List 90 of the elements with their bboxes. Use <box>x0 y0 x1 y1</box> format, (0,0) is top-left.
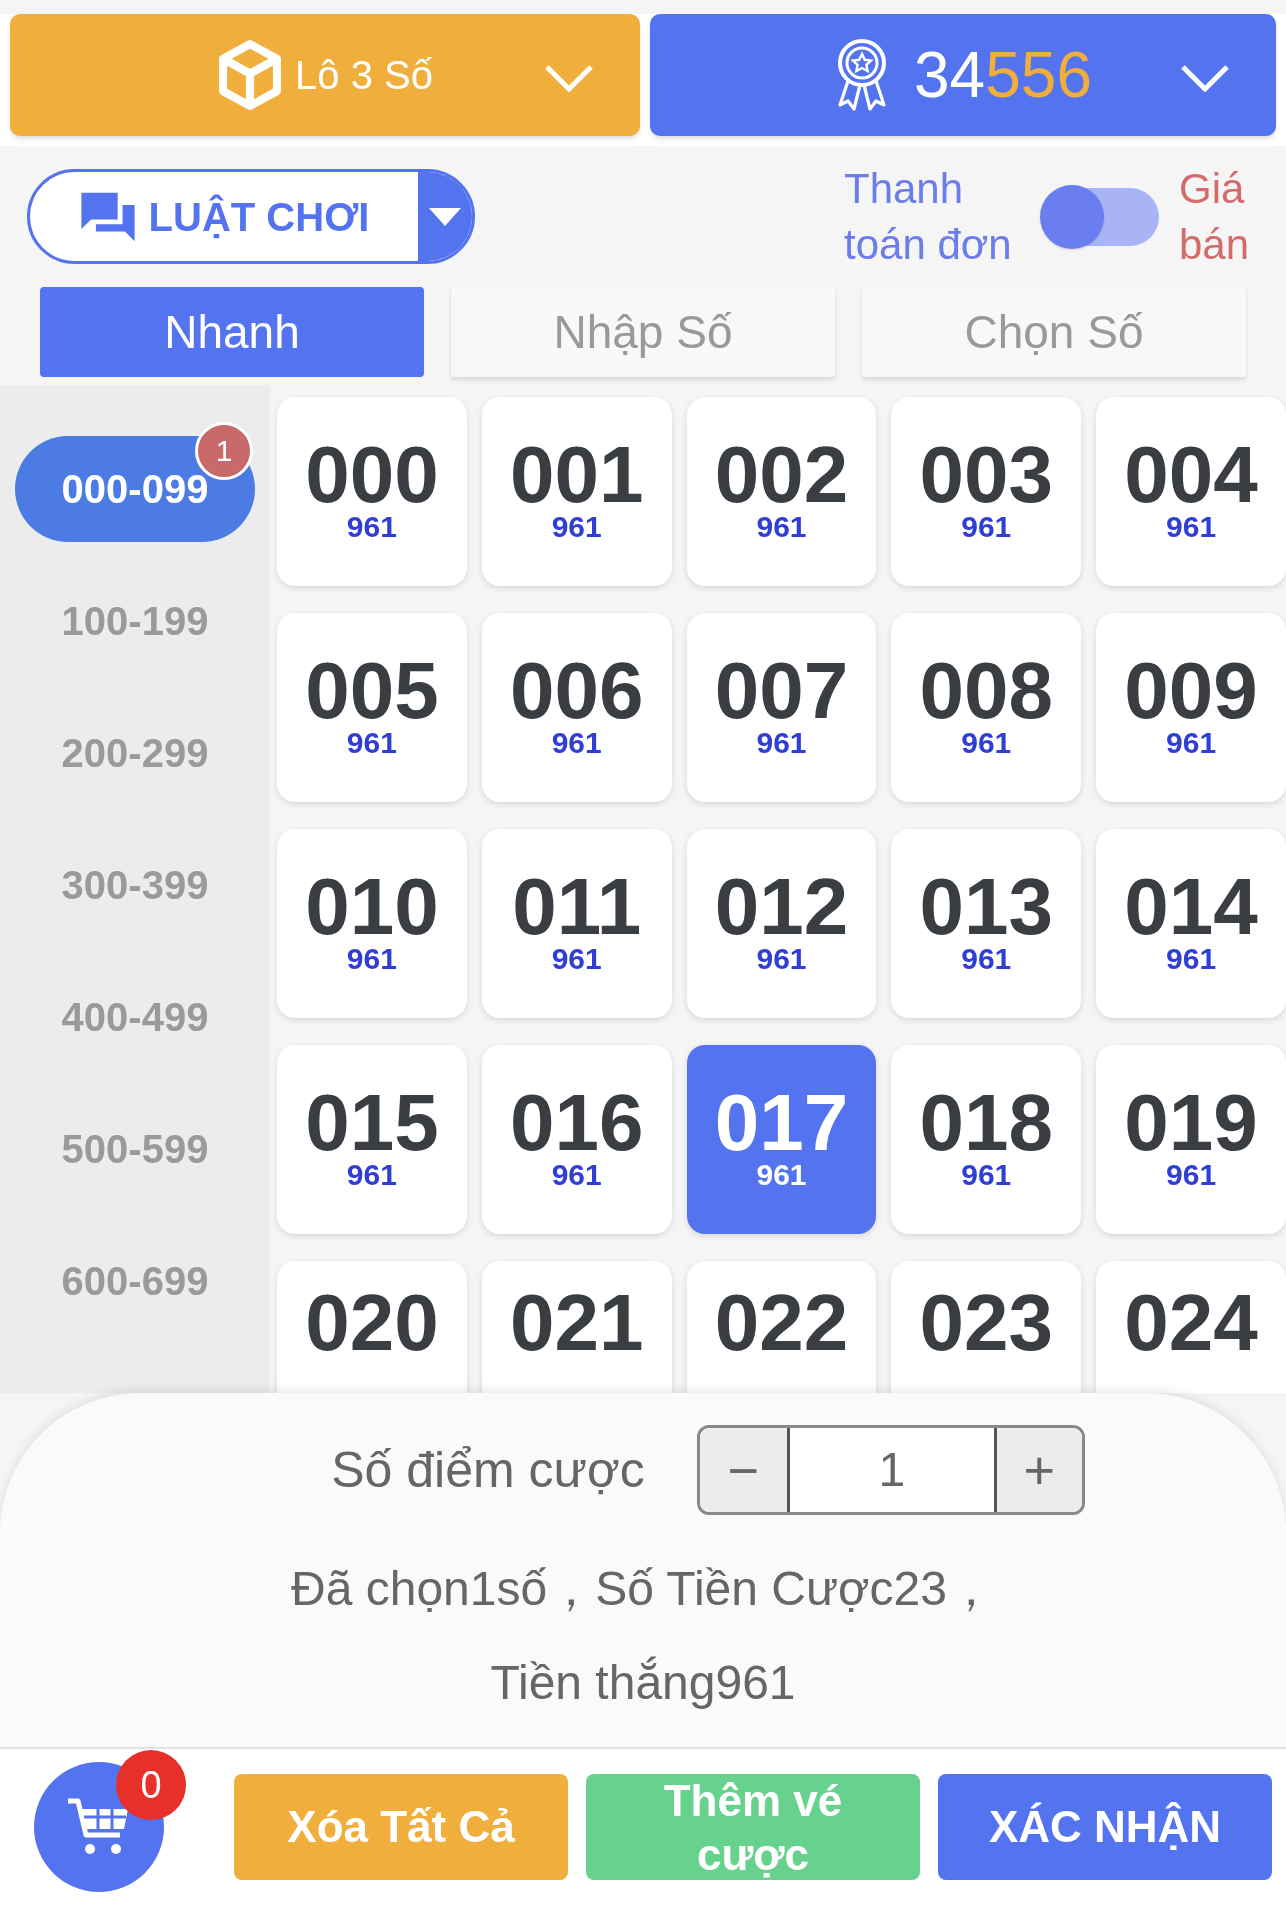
number-card[interactable]: 005 961 <box>277 612 467 802</box>
number-card[interactable]: 009 961 <box>1096 612 1286 802</box>
number-card[interactable]: 008 961 <box>891 612 1082 802</box>
number-label: 022 <box>714 1286 849 1359</box>
summary-text: Tiền thắng961 <box>490 1655 796 1712</box>
payout-label: 961 <box>346 943 397 976</box>
payout-label: 961 <box>1166 1159 1217 1192</box>
number-label: 024 <box>1124 1286 1258 1359</box>
payout-label: 961 <box>961 1159 1012 1192</box>
number-label: 017 <box>714 1087 849 1160</box>
payout-label: 961 <box>346 511 397 544</box>
toggle-label: Thanh toán đơn <box>844 163 1013 270</box>
payout-label: 961 <box>551 511 602 544</box>
period-number: 34556 <box>914 37 1092 113</box>
number-label: 004 <box>1124 439 1258 512</box>
number-label: 005 <box>305 655 439 728</box>
cube-icon <box>217 39 284 110</box>
number-label: 016 <box>509 1087 644 1160</box>
number-label: 013 <box>919 871 1054 944</box>
number-card[interactable]: 014 961 <box>1096 828 1286 1018</box>
number-card[interactable]: 021 <box>481 1260 672 1394</box>
payout-label: 961 <box>551 943 602 976</box>
number-label: 019 <box>1124 1087 1258 1160</box>
number-card[interactable]: 024 <box>1096 1260 1286 1394</box>
rules-button[interactable]: LUẬT CHƠI <box>27 169 475 265</box>
payout-label: 961 <box>1166 943 1217 976</box>
payout-label: 961 <box>1166 727 1217 760</box>
payout-label: 961 <box>961 511 1012 544</box>
payout-label: 961 <box>756 943 807 976</box>
payout-label: 961 <box>346 727 397 760</box>
rules-label: LUẬT CHƠI <box>148 193 370 241</box>
number-card[interactable]: 018 961 <box>891 1044 1082 1234</box>
number-label: 021 <box>509 1286 644 1359</box>
plus-button[interactable]: + <box>993 1428 1082 1513</box>
number-label: 008 <box>919 655 1054 728</box>
number-card[interactable]: 007 961 <box>686 612 877 802</box>
number-label: 015 <box>305 1087 439 1160</box>
number-label: 009 <box>1124 655 1258 728</box>
payout-label: 961 <box>1166 511 1217 544</box>
number-card[interactable]: 019 961 <box>1096 1044 1286 1234</box>
payout-label: 961 <box>756 727 807 760</box>
payout-label: 961 <box>756 1159 807 1192</box>
number-card[interactable]: 002 961 <box>686 396 877 586</box>
number-card[interactable]: 022 <box>686 1260 877 1394</box>
number-card[interactable]: 023 <box>891 1260 1082 1394</box>
period-dropdown[interactable]: 34556 <box>650 13 1276 136</box>
game-label: Lô 3 Số <box>295 51 433 99</box>
number-label: 006 <box>509 655 644 728</box>
number-card[interactable]: 016 961 <box>481 1044 672 1234</box>
number-card[interactable]: 004 961 <box>1096 396 1286 586</box>
number-card[interactable]: 006 961 <box>481 612 672 802</box>
number-label: 020 <box>305 1286 439 1359</box>
payout-label: 961 <box>961 943 1012 976</box>
number-card[interactable]: 011 961 <box>481 828 672 1018</box>
cart-count-badge: 0 <box>116 1750 186 1821</box>
tab[interactable]: Nhanh <box>40 287 424 378</box>
number-label: 014 <box>1124 871 1258 944</box>
caret-down-icon <box>429 207 461 226</box>
minus-button[interactable]: − <box>699 1428 790 1513</box>
number-card[interactable]: 015 961 <box>277 1044 467 1234</box>
number-label: 018 <box>919 1087 1054 1160</box>
number-label: 012 <box>714 871 849 944</box>
number-card[interactable]: 012 961 <box>686 828 877 1018</box>
number-card[interactable]: 017 961 <box>686 1044 877 1234</box>
summary-text: Đã chọn1số，Số Tiền Cược23， <box>291 1561 995 1618</box>
stepper[interactable]: − 1 + <box>696 1425 1085 1516</box>
payout-label: 961 <box>756 511 807 544</box>
toggle-label: Giá bán <box>1179 163 1251 270</box>
payout-label: 961 <box>346 1159 397 1192</box>
number-card[interactable]: 000 961 <box>277 396 467 586</box>
confirm-button[interactable]: XÁC NHẬN <box>938 1774 1272 1881</box>
number-label: 011 <box>512 871 642 944</box>
number-card[interactable]: 001 961 <box>481 396 672 586</box>
number-label: 007 <box>714 655 849 728</box>
chevron-down-icon <box>544 63 594 92</box>
number-label: 002 <box>714 439 849 512</box>
payout-label: 961 <box>551 1159 602 1192</box>
number-label: 003 <box>919 439 1054 512</box>
payout-label: 961 <box>961 727 1012 760</box>
number-card[interactable]: 010 961 <box>277 828 467 1018</box>
number-label: 000 <box>305 439 439 512</box>
bet-label: Số điểm cược <box>331 1440 645 1500</box>
number-card[interactable]: 020 <box>277 1260 467 1394</box>
chevron-down-icon <box>1180 63 1230 92</box>
number-card[interactable]: 013 961 <box>891 828 1082 1018</box>
payout-label: 961 <box>551 727 602 760</box>
number-card[interactable]: 003 961 <box>891 396 1082 586</box>
number-label: 001 <box>509 439 644 512</box>
number-label: 023 <box>919 1286 1054 1359</box>
number-label: 010 <box>305 871 439 944</box>
